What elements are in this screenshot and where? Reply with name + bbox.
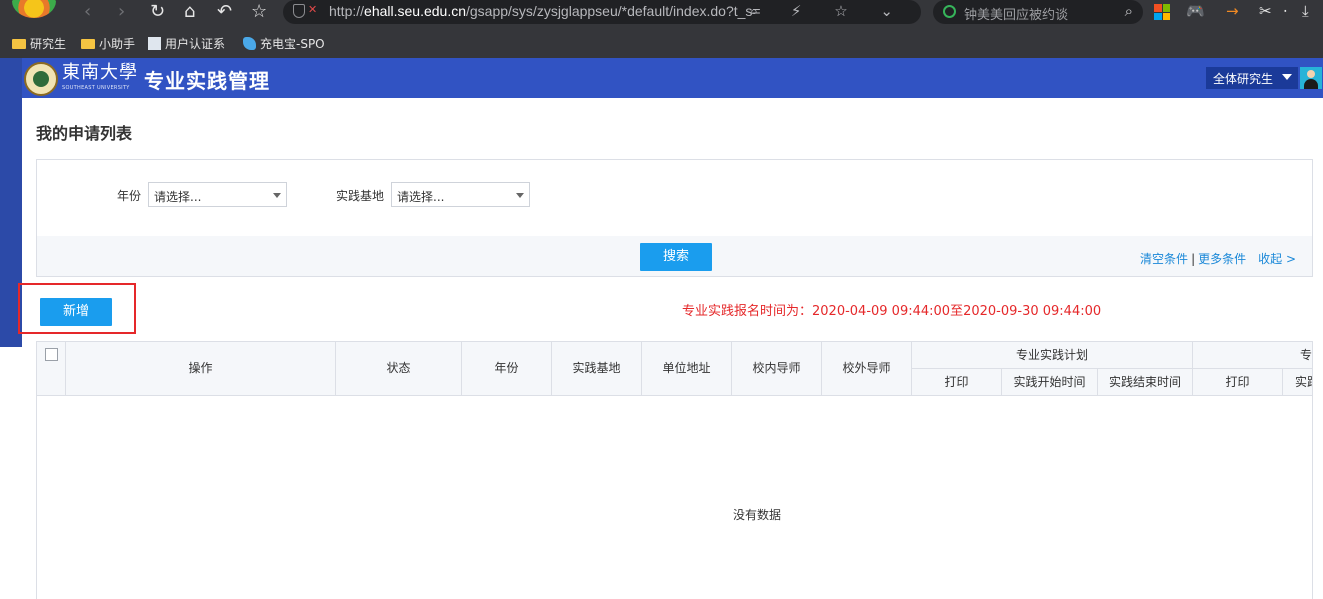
main-content: 我的申请列表 年份 请选择... 实践基地 请选择... 搜索 清空条件 | 更多条…: [18, 98, 1323, 599]
site-icon: [243, 37, 256, 50]
column-header-actions[interactable]: 操作: [66, 342, 336, 395]
application-table: 操作 状态 年份 实践基地 单位地址 校内导师 校外导师 专业实践计划 打印 实…: [36, 341, 1313, 599]
windows-apps-icon[interactable]: [1154, 4, 1170, 20]
bookmark-folder-research[interactable]: 研究生: [12, 35, 66, 52]
select-all-cell: [37, 342, 66, 395]
folder-icon: [81, 39, 95, 49]
undo-icon[interactable]: ↶: [217, 1, 232, 23]
more-conditions-link[interactable]: 更多条件: [1198, 252, 1246, 266]
bookmarks-bar: 研究生 小助手 用户认证系 充电宝-SPO: [0, 32, 1323, 54]
column-header-base[interactable]: 实践基地: [552, 342, 642, 395]
arrow-extension-icon[interactable]: →: [1226, 2, 1239, 20]
table-header: 操作 状态 年份 实践基地 单位地址 校内导师 校外导师 专业实践计划 打印 实…: [37, 342, 1312, 396]
role-select-value: 全体研究生: [1213, 72, 1274, 86]
column-group-practice-plan: 专业实践计划: [912, 342, 1193, 369]
shield-icon: [293, 4, 305, 18]
page-icon: [148, 37, 161, 50]
forward-icon[interactable]: ›: [118, 1, 125, 23]
caret-down-icon: [1282, 74, 1292, 80]
download-icon[interactable]: ⤓: [1302, 2, 1309, 20]
filter-action-bar: 搜索 清空条件 | 更多条件 收起 >: [37, 236, 1312, 276]
app-header: 東南大學 SOUTHEAST UNIVERSITY 专业实践管理 全体研究生: [22, 58, 1323, 98]
column-header-plan-end[interactable]: 实践结束时间: [1098, 369, 1193, 395]
bookmark-folder-assistant[interactable]: 小助手: [81, 35, 135, 52]
caret-down-icon: [273, 193, 281, 198]
year-label: 年份: [117, 189, 142, 203]
folder-icon: [12, 39, 26, 49]
select-all-checkbox[interactable]: [45, 348, 58, 361]
link-separator: |: [1191, 252, 1196, 266]
app-title: 专业实践管理: [144, 69, 270, 93]
clear-conditions-link[interactable]: 清空条件: [1140, 252, 1188, 266]
year-select[interactable]: 请选择...: [148, 182, 287, 207]
address-bar[interactable]: ✕ http://ehall.seu.edu.cn/gsapp/sys/zysj…: [283, 0, 921, 24]
browser-toolbar: ‹ › ↻ ⌂ ↶ ☆ ✕ http://ehall.seu.edu.cn/gs…: [0, 0, 1323, 25]
page-title: 我的申请列表: [36, 124, 133, 143]
add-button[interactable]: 新增: [40, 298, 112, 326]
search-placeholder[interactable]: 钟美美回应被约谈: [964, 4, 1068, 23]
column-header-status[interactable]: 状态: [336, 342, 462, 395]
column-header-year[interactable]: 年份: [462, 342, 552, 395]
browser-logo-icon[interactable]: [12, 0, 56, 18]
role-select[interactable]: 全体研究生: [1206, 67, 1298, 89]
column-header-internal-tutor[interactable]: 校内导师: [732, 342, 822, 395]
search-icon[interactable]: ⌕: [1125, 2, 1133, 20]
base-select[interactable]: 请选择...: [391, 182, 530, 207]
university-name: 東南大學: [62, 62, 138, 83]
column-header-plan-start[interactable]: 实践开始时间: [1002, 369, 1098, 395]
search-button[interactable]: 搜索: [640, 243, 712, 271]
column-header-second-practice[interactable]: 实践: [1283, 369, 1312, 395]
column-header-plan-print[interactable]: 打印: [912, 369, 1002, 395]
avatar[interactable]: [1300, 67, 1322, 89]
filter-panel: 年份 请选择... 实践基地 请选择... 搜索 清空条件 | 更多条件 收起 >: [36, 159, 1313, 277]
base-label: 实践基地: [336, 189, 385, 203]
column-group-second: 专: [1193, 342, 1312, 369]
bookmark-powerbank[interactable]: 充电宝-SPO: [243, 35, 325, 52]
empty-table-message: 没有数据: [733, 508, 782, 522]
bookmark-auth[interactable]: 用户认证系: [148, 35, 225, 52]
column-header-address[interactable]: 单位地址: [642, 342, 732, 395]
registration-time-notice: 专业实践报名时间为：2020-04-09 09:44:00至2020-09-30…: [682, 304, 1102, 319]
base-select-placeholder: 请选择...: [397, 190, 445, 204]
home-icon[interactable]: ⌂: [184, 1, 195, 23]
game-icon[interactable]: 🎮: [1186, 2, 1205, 20]
column-header-external-tutor[interactable]: 校外导师: [822, 342, 912, 395]
scissors-icon[interactable]: ✂: [1259, 2, 1272, 20]
column-header-second-print[interactable]: 打印: [1193, 369, 1283, 395]
reload-icon[interactable]: ↻: [150, 1, 165, 23]
year-select-placeholder: 请选择...: [154, 190, 202, 204]
university-seal-icon: [24, 62, 58, 96]
back-icon[interactable]: ‹: [84, 1, 91, 23]
more-icon[interactable]: ⋅: [1283, 2, 1288, 20]
browser-search-box[interactable]: 钟美美回应被约谈 ⌕: [933, 0, 1143, 24]
insecure-x-icon: ✕: [308, 3, 318, 16]
browser-chrome: ‹ › ↻ ⌂ ↶ ☆ ✕ http://ehall.seu.edu.cn/gs…: [0, 0, 1323, 58]
bookmark-star-icon[interactable]: ☆: [251, 1, 267, 23]
search-engine-icon: [943, 5, 956, 18]
filter-links: 清空条件 | 更多条件 收起 >: [1140, 250, 1296, 267]
caret-down-icon: [516, 193, 524, 198]
university-subtitle: SOUTHEAST UNIVERSITY: [62, 85, 130, 91]
url-text[interactable]: http://ehall.seu.edu.cn/gsapp/sys/zysjgl…: [329, 3, 761, 19]
url-action-icons[interactable]: ⌕ ⚡ ☆ ⌄: [750, 2, 907, 20]
collapse-link[interactable]: 收起 >: [1258, 252, 1296, 266]
